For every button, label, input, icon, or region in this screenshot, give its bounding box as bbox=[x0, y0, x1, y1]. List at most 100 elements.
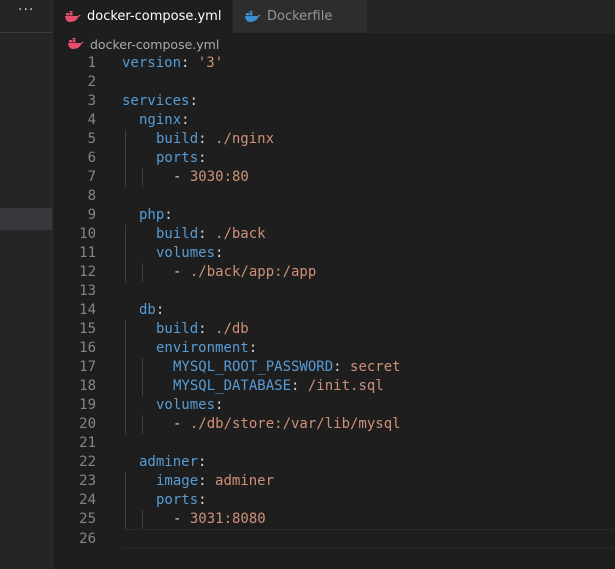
yaml-key: build bbox=[156, 226, 199, 242]
yaml-punctuation: : bbox=[198, 473, 216, 489]
code-line[interactable]: 7 - 3030:80 bbox=[53, 168, 615, 187]
indent-guide bbox=[125, 377, 126, 396]
yaml-value: ./db bbox=[215, 321, 249, 337]
yaml-value: ./db/store:/var/lib/mysql bbox=[189, 416, 401, 432]
code-line[interactable]: 6 ports: bbox=[53, 149, 615, 168]
code-line[interactable]: 21 bbox=[53, 434, 615, 453]
breadcrumb[interactable]: docker-compose.yml bbox=[68, 35, 219, 53]
yaml-key: ports bbox=[156, 150, 199, 166]
code-line[interactable]: 25 - 3031:8080 bbox=[53, 510, 615, 529]
yaml-key: ports bbox=[156, 492, 199, 508]
code-text: db: bbox=[139, 301, 164, 320]
line-number: 22 bbox=[79, 454, 96, 470]
code-text: nginx: bbox=[139, 111, 190, 130]
code-line[interactable]: 5 build: ./nginx bbox=[53, 130, 615, 149]
code-line[interactable]: 26 bbox=[79, 529, 615, 548]
yaml-punctuation: : bbox=[333, 359, 351, 375]
yaml-punctuation: : bbox=[181, 112, 190, 128]
docker-compose-icon bbox=[65, 10, 81, 22]
code-text: services: bbox=[122, 92, 198, 111]
code-line[interactable]: 17 MYSQL_ROOT_PASSWORD: secret bbox=[53, 358, 615, 377]
code-text: image: adminer bbox=[156, 472, 274, 491]
line-number: 13 bbox=[79, 283, 96, 299]
yaml-key: MYSQL_DATABASE bbox=[173, 378, 292, 394]
yaml-punctuation: : bbox=[198, 492, 207, 508]
code-line[interactable]: 18 MYSQL_DATABASE: /init.sql bbox=[53, 377, 615, 396]
indent-guide bbox=[142, 263, 143, 282]
indent-guide bbox=[142, 168, 143, 187]
yaml-punctuation: - bbox=[173, 264, 190, 280]
breadcrumb-file: docker-compose.yml bbox=[90, 36, 220, 52]
code-text: build: ./back bbox=[156, 225, 266, 244]
yaml-key: db bbox=[139, 302, 156, 318]
code-text: php: bbox=[139, 206, 173, 225]
yaml-key: services bbox=[122, 93, 190, 109]
docker-icon bbox=[245, 10, 261, 22]
yaml-key: build bbox=[156, 321, 199, 337]
yaml-punctuation: : bbox=[291, 378, 308, 394]
code-line[interactable]: 2 bbox=[53, 73, 615, 92]
line-number: 1 bbox=[87, 55, 96, 71]
code-line[interactable]: 20 - ./db/store:/var/lib/mysql bbox=[53, 415, 615, 434]
line-number: 23 bbox=[79, 473, 96, 489]
code-line[interactable]: 19 volumes: bbox=[53, 396, 615, 415]
yaml-key: php bbox=[139, 207, 165, 223]
indent-guide bbox=[142, 377, 143, 396]
code-text: environment: bbox=[156, 339, 257, 358]
code-line[interactable]: 16 environment: bbox=[53, 339, 615, 358]
code-line[interactable]: 15 build: ./db bbox=[53, 320, 615, 339]
line-number: 21 bbox=[79, 435, 96, 451]
yaml-value: '3' bbox=[197, 55, 224, 71]
code-line[interactable]: 14 db: bbox=[53, 301, 615, 320]
yaml-punctuation: : bbox=[155, 302, 165, 318]
line-number: 18 bbox=[79, 378, 96, 394]
line-number: 15 bbox=[79, 321, 96, 337]
yaml-value: ./nginx bbox=[215, 131, 275, 147]
yaml-punctuation: : bbox=[198, 321, 216, 337]
sidebar: ··· bbox=[0, 0, 53, 569]
code-text: MYSQL_ROOT_PASSWORD: secret bbox=[173, 358, 401, 377]
line-number: 4 bbox=[87, 112, 96, 128]
code-line[interactable]: 13 bbox=[53, 282, 615, 301]
code-line[interactable]: 24 ports: bbox=[53, 491, 615, 510]
yaml-key: nginx bbox=[139, 112, 182, 128]
sidebar-divider bbox=[0, 32, 52, 33]
code-line[interactable]: 1 version: '3' bbox=[53, 54, 615, 73]
yaml-punctuation: : bbox=[248, 340, 258, 356]
indent-guide bbox=[125, 263, 126, 282]
line-number: 17 bbox=[79, 359, 96, 375]
code-text: ports: bbox=[156, 491, 207, 510]
indent-guide bbox=[142, 510, 143, 529]
code-line[interactable]: 9 php: bbox=[53, 206, 615, 225]
yaml-punctuation: - bbox=[173, 169, 190, 185]
tab-dockerfile[interactable]: Dockerfile bbox=[233, 0, 367, 33]
yaml-punctuation: - bbox=[173, 511, 190, 527]
docker-compose-icon bbox=[68, 38, 84, 49]
yaml-key: MYSQL_ROOT_PASSWORD bbox=[173, 359, 334, 375]
yaml-value: 3031:8080 bbox=[189, 511, 266, 527]
yaml-punctuation: : bbox=[215, 245, 224, 261]
code-text: build: ./nginx bbox=[156, 130, 274, 149]
code-text: build: ./db bbox=[156, 320, 249, 339]
code-line[interactable]: 23 image: adminer bbox=[53, 472, 615, 491]
yaml-punctuation: : bbox=[198, 226, 216, 242]
tab-bar: docker-compose.yml Dockerfile bbox=[53, 0, 615, 33]
code-line[interactable]: 10 build: ./back bbox=[53, 225, 615, 244]
indent-guide bbox=[125, 149, 126, 168]
code-line[interactable]: 8 bbox=[53, 187, 615, 206]
yaml-punctuation: : bbox=[198, 150, 207, 166]
code-line[interactable]: 3 services: bbox=[53, 92, 615, 111]
line-number: 25 bbox=[79, 511, 96, 527]
yaml-punctuation: : bbox=[198, 454, 207, 470]
more-actions-icon[interactable]: ··· bbox=[18, 2, 34, 18]
tab-docker-compose[interactable]: docker-compose.yml bbox=[53, 0, 232, 33]
sidebar-selected-item[interactable] bbox=[0, 208, 52, 230]
code-line[interactable]: 11 volumes: bbox=[53, 244, 615, 263]
line-number: 16 bbox=[79, 340, 96, 356]
code-line[interactable]: 22 adminer: bbox=[53, 453, 615, 472]
code-line[interactable]: 4 nginx: bbox=[53, 111, 615, 130]
indent-guide bbox=[125, 358, 126, 377]
code-line[interactable]: 12 - ./back/app:/app bbox=[53, 263, 615, 282]
code-editor[interactable]: 1 version: '3' 2 3 services: 4 nginx: 5 build: .… bbox=[53, 54, 615, 569]
yaml-key: version bbox=[122, 55, 182, 71]
